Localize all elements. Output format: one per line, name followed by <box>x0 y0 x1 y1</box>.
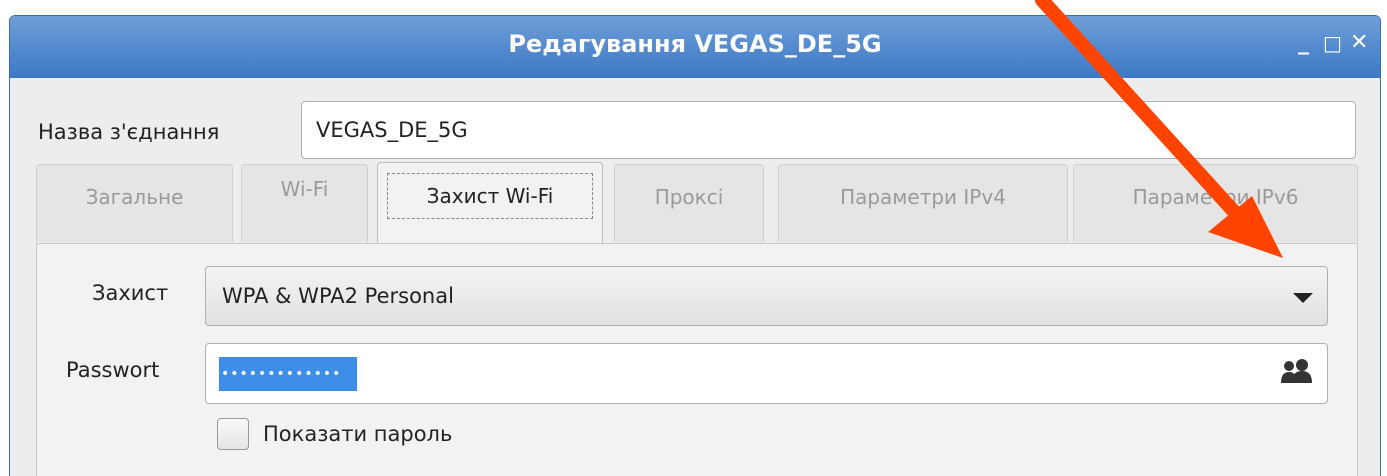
annotation-arrow <box>1035 0 1283 258</box>
